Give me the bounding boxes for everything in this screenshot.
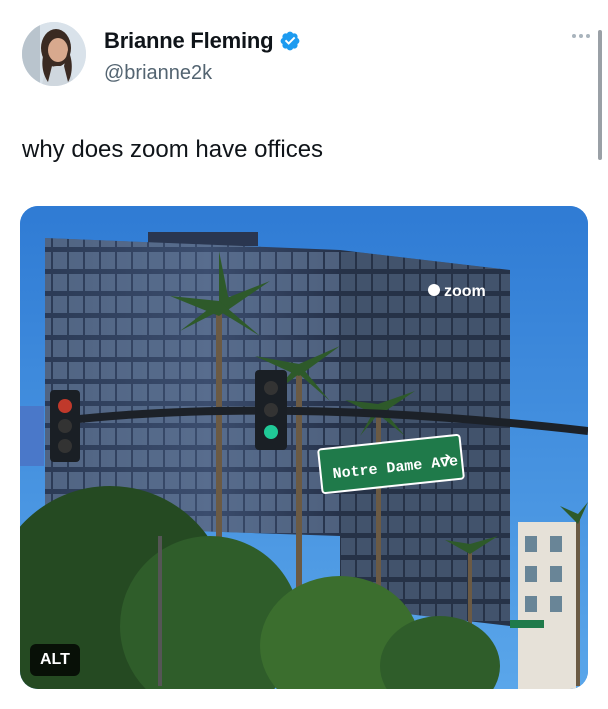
tweet-text: why does zoom have offices bbox=[22, 136, 324, 163]
building-sign: zoom bbox=[444, 283, 486, 300]
verified-badge-icon bbox=[280, 31, 300, 51]
street-sign-arrow: ➔ bbox=[439, 449, 453, 466]
avatar-photo bbox=[22, 22, 86, 86]
author-name[interactable]: Brianne Fleming bbox=[104, 28, 274, 54]
avatar[interactable] bbox=[22, 22, 86, 86]
zoom-office-photo: zoom Notre Dame Ave ➔ bbox=[20, 206, 588, 689]
alt-badge[interactable]: ALT bbox=[30, 644, 80, 676]
scrollbar[interactable] bbox=[598, 30, 602, 160]
tweet-image[interactable]: zoom Notre Dame Ave ➔ bbox=[20, 206, 588, 689]
tweet-card: Brianne Fleming @brianne2k why does zoom… bbox=[0, 0, 608, 709]
author-row: Brianne Fleming bbox=[104, 28, 301, 54]
more-horizontal-icon[interactable] bbox=[572, 34, 590, 38]
author-handle[interactable]: @brianne2k bbox=[104, 62, 212, 85]
